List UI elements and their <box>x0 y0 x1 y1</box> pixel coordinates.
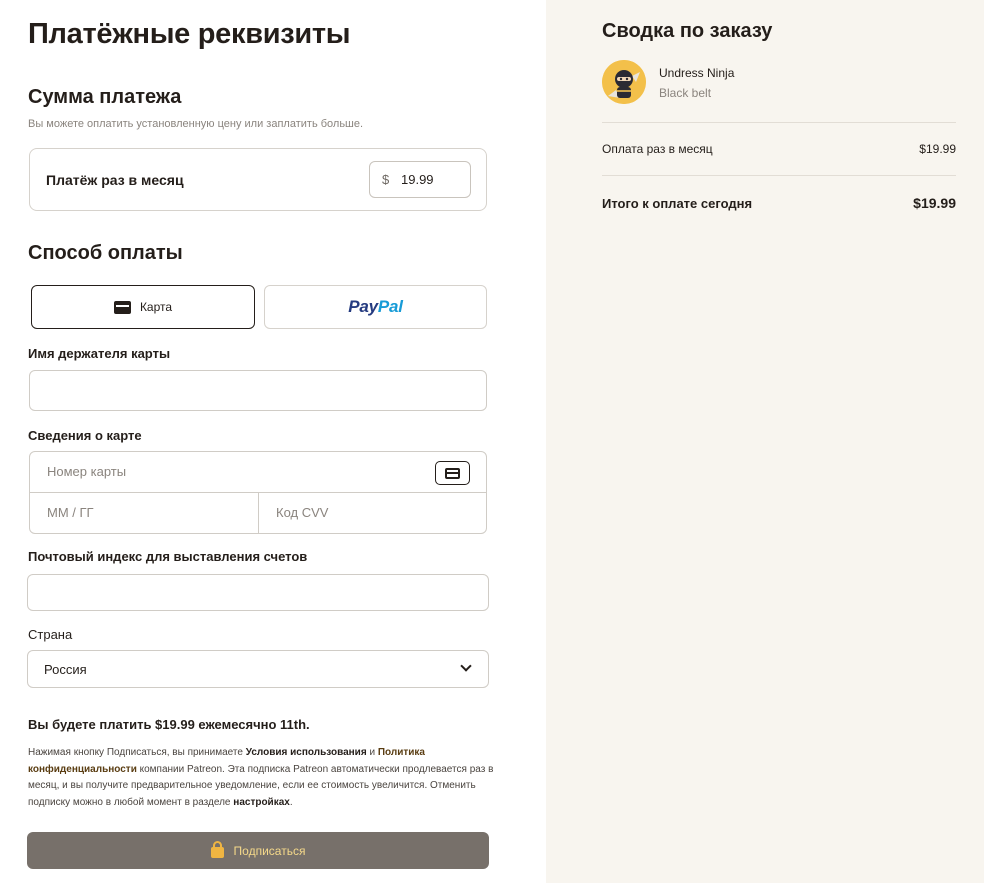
card-expiry-placeholder: ММ / ГГ <box>47 505 94 520</box>
amount-input[interactable]: $ 19.99 <box>369 161 471 198</box>
product-tier: Black belt <box>659 86 712 100</box>
subscribe-button-label: Подписаться <box>233 843 306 858</box>
total-due-value: $19.99 <box>913 195 956 211</box>
legal-text-part: . <box>289 796 293 808</box>
cardholder-input[interactable] <box>29 370 487 411</box>
postal-code-label: Почтовый индекс для выставления счетов <box>28 549 308 564</box>
billing-notice: Вы будете платить $19.99 ежемесячно 11th… <box>28 717 310 732</box>
cardholder-label: Имя держателя карты <box>28 346 171 361</box>
card-number-placeholder: Номер карты <box>47 464 127 479</box>
card-method-label: Карта <box>139 300 173 314</box>
monthly-payment-value: $19.99 <box>919 142 956 156</box>
total-due-label: Итого к оплате сегодня <box>602 196 753 211</box>
amount-hint: Вы можете оплатить установленную цену ил… <box>28 118 364 130</box>
country-value: Россия <box>44 662 87 677</box>
credit-card-icon <box>113 300 131 314</box>
divider <box>602 122 956 123</box>
credit-card-outline-icon <box>435 461 470 485</box>
product-name: Undress Ninja <box>659 66 735 80</box>
card-cvv-placeholder: Код CVV <box>276 505 329 520</box>
lock-icon <box>210 841 224 858</box>
payment-method-section-title: Способ оплаты <box>28 242 183 264</box>
divider <box>602 175 956 176</box>
card-details-label: Сведения о карте <box>28 428 142 443</box>
chevron-down-icon <box>460 660 472 672</box>
monthly-payment-label: Оплата раз в месяц <box>602 142 713 156</box>
payment-details-panel: Платёжные реквизиты Сумма платежа Вы мож… <box>0 0 546 883</box>
card-number-field[interactable]: Номер карты <box>30 452 486 493</box>
currency-symbol: $ <box>382 172 390 187</box>
page-title: Платёжные реквизиты <box>28 18 351 50</box>
country-select[interactable]: Россия <box>27 650 489 688</box>
amount-box: Платёж раз в месяц $ 19.99 <box>29 148 487 211</box>
legal-text-part: и <box>366 747 378 758</box>
ninja-avatar-icon <box>602 60 646 104</box>
amount-value[interactable]: 19.99 <box>401 172 434 187</box>
paypal-method-button[interactable]: PayPal <box>264 285 487 329</box>
card-method-button[interactable]: Карта <box>31 285 255 329</box>
card-cvv-field[interactable]: Код CVV <box>259 493 486 533</box>
country-label: Страна <box>28 627 73 642</box>
amount-label: Платёж раз в месяц <box>46 172 184 188</box>
paypal-logo: PayPal <box>348 297 403 317</box>
order-summary-panel: Сводка по заказу Undress Ninja Black bel… <box>546 0 984 883</box>
paypal-logo-part1: Pay <box>348 297 378 316</box>
amount-section-title: Сумма платежа <box>28 86 182 108</box>
legal-text: Нажимая кнопку Подписаться, вы принимает… <box>28 745 498 811</box>
order-summary-title: Сводка по заказу <box>602 20 773 42</box>
settings-link[interactable]: настройках <box>233 797 290 808</box>
terms-link[interactable]: Условия использования <box>246 747 367 758</box>
card-details-group: Номер карты ММ / ГГ Код CVV <box>29 451 487 534</box>
postal-code-input[interactable] <box>27 574 489 611</box>
legal-text-part: Нажимая кнопку Подписаться, вы принимает… <box>28 747 246 758</box>
paypal-logo-part2: Pal <box>377 297 403 316</box>
card-expiry-field[interactable]: ММ / ГГ <box>30 493 259 533</box>
subscribe-button[interactable]: Подписаться <box>27 832 489 869</box>
